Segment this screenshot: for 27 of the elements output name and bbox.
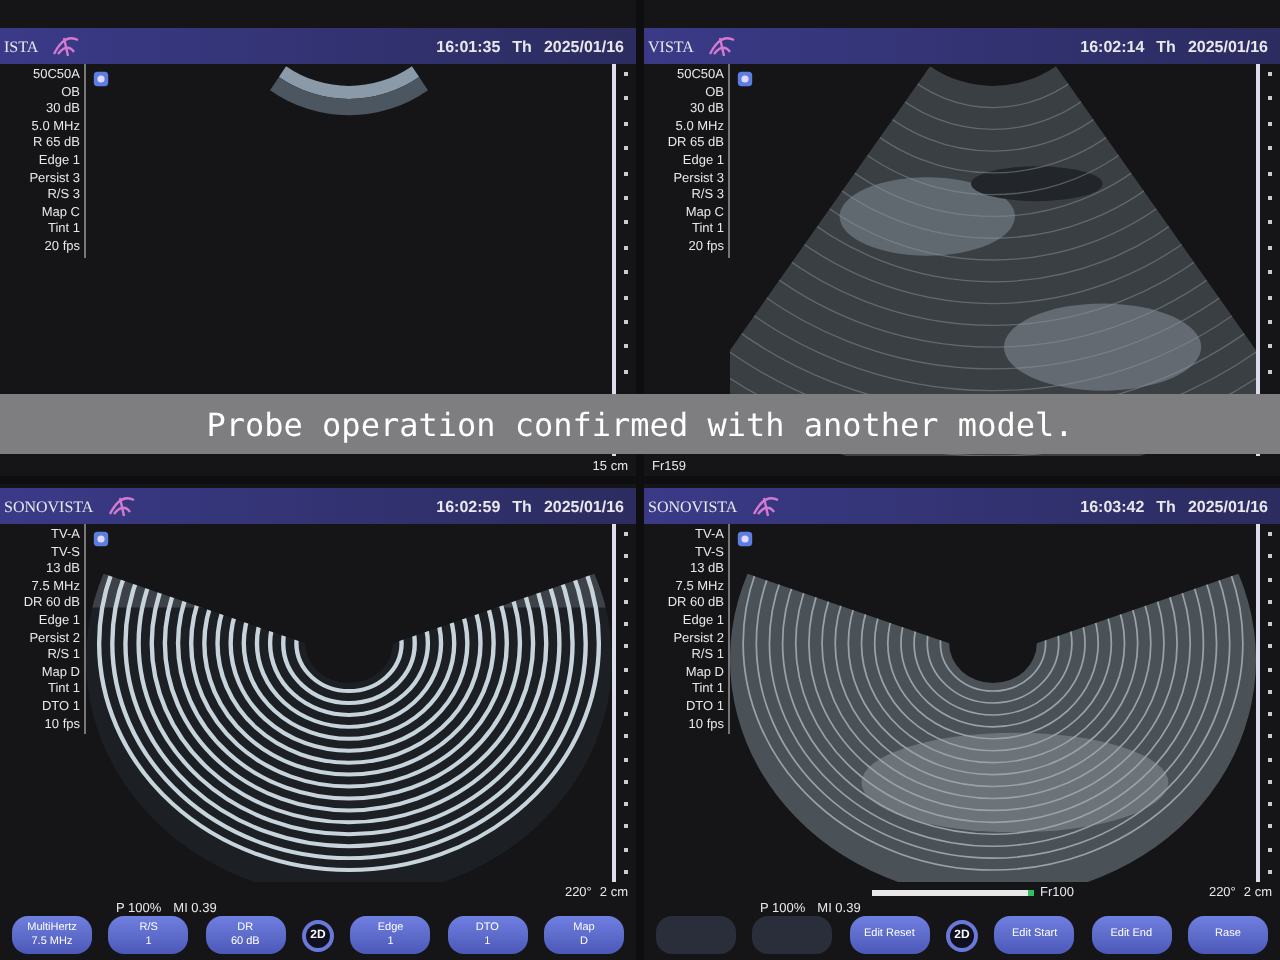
clock-time: 16:03:42 bbox=[1080, 497, 1145, 515]
logo-swirl-icon bbox=[105, 494, 138, 518]
date-label: 2025/01/16 bbox=[543, 497, 624, 515]
probe-marker-icon bbox=[92, 530, 110, 548]
clock-time: 16:02:59 bbox=[436, 497, 501, 515]
brand-logo: SONOVISTA bbox=[4, 497, 94, 515]
logo-swirl-icon bbox=[749, 494, 782, 518]
weekday: Th bbox=[512, 37, 532, 55]
brand-logo: SONOVISTA bbox=[648, 497, 738, 515]
brand-logo: ISTA bbox=[4, 37, 39, 55]
probe-marker-icon bbox=[736, 530, 754, 548]
logo-swirl-icon bbox=[705, 34, 738, 58]
probe-marker-icon bbox=[92, 70, 110, 88]
empty-button[interactable] bbox=[656, 916, 736, 954]
weekday: Th bbox=[512, 497, 532, 515]
weekday: Th bbox=[1156, 37, 1176, 55]
empty-button[interactable] bbox=[752, 916, 833, 954]
weekday: Th bbox=[1156, 497, 1176, 515]
caption-banner: Probe operation confirmed with another model. bbox=[0, 394, 1280, 454]
date-label: 2025/01/16 bbox=[1187, 497, 1268, 515]
date-label: 2025/01/16 bbox=[543, 37, 624, 55]
date-label: 2025/01/16 bbox=[1187, 37, 1268, 55]
logo-swirl-icon bbox=[50, 34, 83, 58]
brand-logo: VISTA bbox=[648, 37, 694, 55]
clock-time: 16:01:35 bbox=[436, 37, 501, 55]
clock-time: 16:02:14 bbox=[1080, 37, 1145, 55]
probe-marker-icon bbox=[736, 70, 754, 88]
